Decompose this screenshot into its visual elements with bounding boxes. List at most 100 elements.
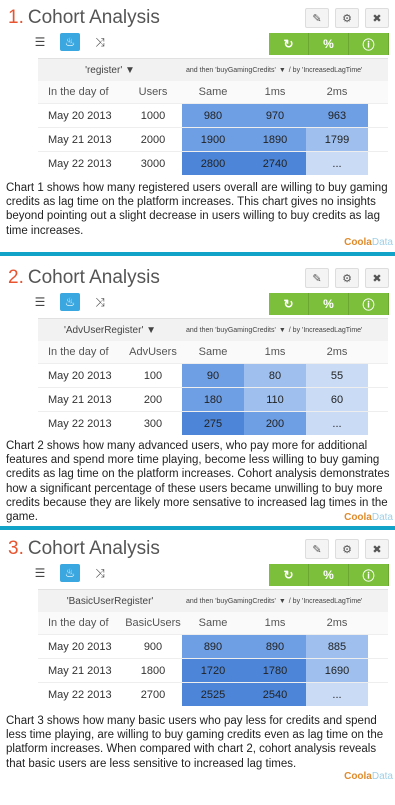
filter-icon[interactable]: ▼ [279, 67, 286, 74]
row-day: May 21 2013 [48, 133, 112, 146]
gear-icon[interactable]: ⚙ [335, 268, 359, 288]
panel-tools: ↻ % ⓘ [269, 564, 389, 586]
cell-1ms: 200 [244, 412, 306, 435]
cohort-page: 1. Cohort Analysis ✎ ⚙ ✖ ☰ ♨ ⤨ ↻ % ⓘ 're… [0, 0, 395, 805]
cell-same: 2800 [182, 152, 244, 175]
segment-label: 'AdvUserRegister' [63, 324, 144, 336]
info-icon[interactable]: ⓘ [349, 564, 389, 586]
col-1ms: 1ms [264, 346, 286, 358]
then-filter[interactable]: and then 'buyGamingCredits' ▼ / by 'Incr… [182, 59, 388, 81]
chart-description: Chart 3 shows how many basic users who p… [6, 715, 384, 770]
segment-filter[interactable]: 'AdvUserRegister' ▼ [38, 319, 182, 341]
table-row: May 22 2013 3000 2800 2740 ... [38, 151, 388, 175]
col-1ms: 1ms [264, 617, 286, 629]
refresh-icon[interactable]: ↻ [269, 33, 309, 55]
col-users: AdvUsers [129, 346, 177, 358]
view-switcher: ☰ ♨ ⤨ [30, 293, 110, 311]
col-users: BasicUsers [125, 617, 181, 629]
col-2ms: 2ms [326, 617, 348, 629]
info-icon[interactable]: ⓘ [349, 293, 389, 315]
row-day: May 20 2013 [48, 109, 112, 122]
cell-2ms: 963 [306, 104, 368, 127]
segment-filter[interactable]: 'register' ▼ [38, 59, 182, 81]
then-filter[interactable]: and then 'buyGamingCredits' ▼ / by 'Incr… [182, 590, 388, 612]
then-label: and then 'buyGamingCredits' [186, 326, 276, 334]
panel-title-row: 2. Cohort Analysis [8, 266, 160, 290]
percent-icon[interactable]: % [309, 293, 349, 315]
close-icon[interactable]: ✖ [365, 268, 389, 288]
table-row: May 20 2013 100 90 80 55 [38, 363, 388, 387]
brand-left: Coola [344, 771, 372, 782]
view-switcher: ☰ ♨ ⤨ [30, 564, 110, 582]
panel-title-row: 3. Cohort Analysis [8, 537, 160, 561]
cell-2ms: ... [306, 683, 368, 706]
row-users: 300 [143, 417, 163, 430]
brand-right: Data [371, 237, 393, 248]
panel-actions: ✎ ⚙ ✖ [305, 539, 389, 559]
cohort-panel-2: 2. Cohort Analysis ✎ ⚙ ✖ ☰ ♨ ⤨ ↻ % ⓘ 'Ad… [0, 260, 395, 526]
filter-icon[interactable]: ▼ [279, 327, 286, 334]
cell-2ms: 1799 [306, 128, 368, 151]
close-icon[interactable]: ✖ [365, 539, 389, 559]
list-icon[interactable]: ☰ [30, 293, 50, 311]
list-icon[interactable]: ☰ [30, 33, 50, 51]
panel-tools: ↻ % ⓘ [269, 293, 389, 315]
table-header: In the day of BasicUsers Same 1ms 2ms [38, 612, 388, 634]
col-day: In the day of [48, 346, 109, 358]
segment-label: 'register' [85, 64, 123, 76]
row-users: 1000 [140, 109, 166, 122]
cell-1ms: 970 [244, 104, 306, 127]
row-users: 1800 [140, 664, 166, 677]
table-row: May 21 2013 200 180 110 60 [38, 387, 388, 411]
refresh-icon[interactable]: ↻ [269, 293, 309, 315]
cell-1ms: 1890 [244, 128, 306, 151]
filter-icon[interactable]: ▼ [279, 598, 286, 605]
pencil-icon[interactable]: ✎ [305, 8, 329, 28]
gear-icon[interactable]: ⚙ [335, 539, 359, 559]
then-filter[interactable]: and then 'buyGamingCredits' ▼ / by 'Incr… [182, 319, 388, 341]
row-users: 2000 [140, 133, 166, 146]
percent-icon[interactable]: % [309, 564, 349, 586]
brand-right: Data [371, 771, 393, 782]
pencil-icon[interactable]: ✎ [305, 268, 329, 288]
row-day: May 21 2013 [48, 393, 112, 406]
cohort-table: 'BasicUserRegister' and then 'buyGamingC… [38, 589, 388, 706]
shuffle-icon[interactable]: ⤨ [90, 33, 110, 51]
shuffle-icon[interactable]: ⤨ [90, 564, 110, 582]
cohort-panel-3: 3. Cohort Analysis ✎ ⚙ ✖ ☰ ♨ ⤨ ↻ % ⓘ 'Ba… [0, 531, 395, 805]
brand-logo: CoolaData [344, 512, 393, 523]
info-icon[interactable]: ⓘ [349, 33, 389, 55]
cell-same: 980 [182, 104, 244, 127]
cell-1ms: 2740 [244, 152, 306, 175]
by-label: / by 'IncreasedLagTime' [288, 326, 363, 334]
percent-icon[interactable]: % [309, 33, 349, 55]
cell-2ms: ... [306, 412, 368, 435]
cell-same: 2525 [182, 683, 244, 706]
panel-actions: ✎ ⚙ ✖ [305, 8, 389, 28]
col-same: Same [198, 346, 228, 358]
pencil-icon[interactable]: ✎ [305, 539, 329, 559]
row-day: May 22 2013 [48, 157, 112, 170]
table-group-header: 'AdvUserRegister' ▼ and then 'buyGamingC… [38, 319, 388, 341]
filter-icon[interactable]: ▼ [146, 325, 156, 336]
flame-icon[interactable]: ♨ [60, 33, 80, 51]
close-icon[interactable]: ✖ [365, 8, 389, 28]
shuffle-icon[interactable]: ⤨ [90, 293, 110, 311]
cell-2ms: 1690 [306, 659, 368, 682]
row-users: 2700 [140, 688, 166, 701]
panel-number: 1. [8, 7, 24, 28]
table-group-header: 'BasicUserRegister' and then 'buyGamingC… [38, 590, 388, 612]
panel-title-row: 1. Cohort Analysis [8, 6, 160, 30]
list-icon[interactable]: ☰ [30, 564, 50, 582]
brand-logo: CoolaData [344, 771, 393, 782]
segment-filter[interactable]: 'BasicUserRegister' [38, 590, 182, 612]
cell-same: 90 [182, 364, 244, 387]
gear-icon[interactable]: ⚙ [335, 8, 359, 28]
flame-icon[interactable]: ♨ [60, 293, 80, 311]
panel-title: Cohort Analysis [27, 7, 160, 28]
table-row: May 21 2013 1800 1720 1780 1690 [38, 658, 388, 682]
filter-icon[interactable]: ▼ [125, 65, 135, 76]
panel-number: 2. [8, 267, 24, 288]
flame-icon[interactable]: ♨ [60, 564, 80, 582]
refresh-icon[interactable]: ↻ [269, 564, 309, 586]
